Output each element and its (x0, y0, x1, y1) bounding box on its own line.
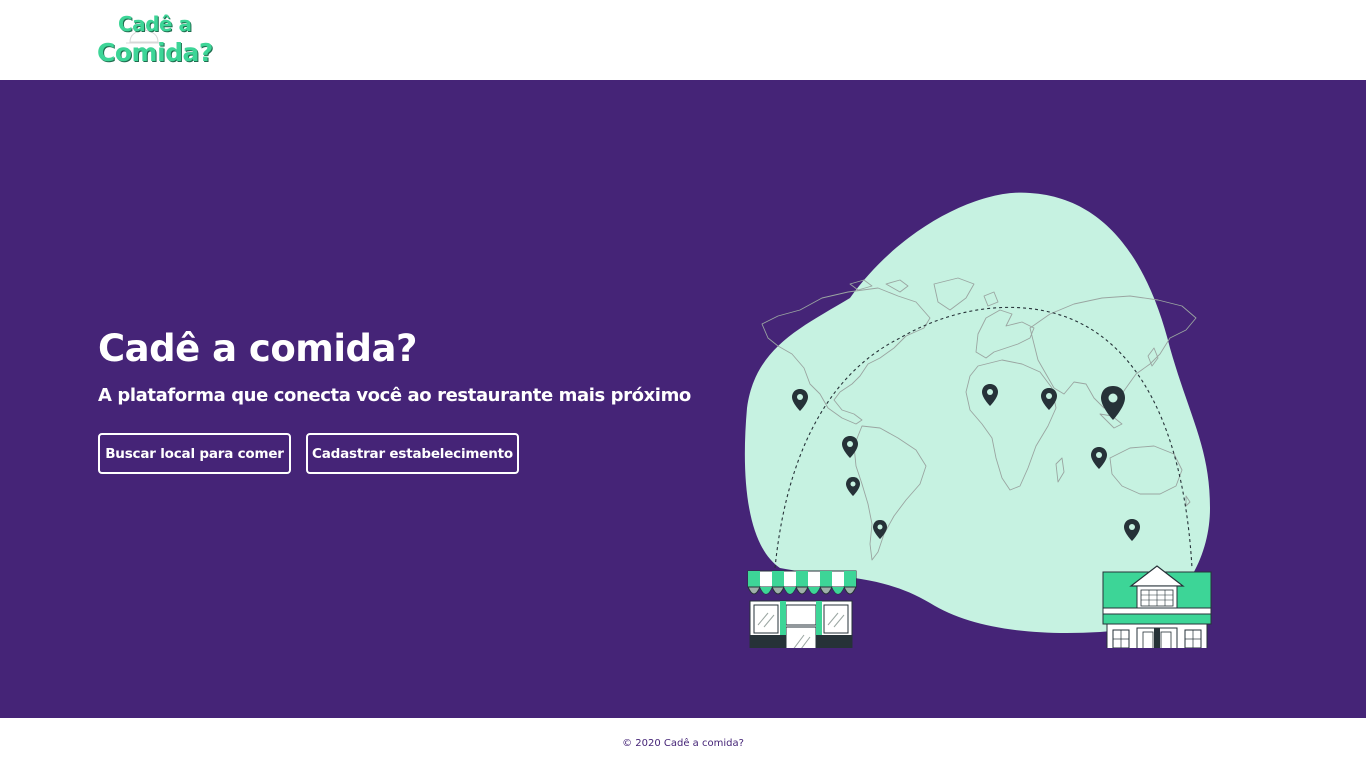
house-restaurant-icon (1102, 565, 1212, 648)
hero-subtitle: A plataforma que conecta você ao restaur… (98, 385, 691, 406)
register-establishment-button[interactable]: Cadastrar estabelecimento (306, 433, 519, 474)
top-navbar: Cadê a Comida? (0, 0, 1366, 80)
logo-text-line2: Comida? (97, 38, 213, 67)
world-map-illustration (744, 192, 1212, 648)
hero-title: Cadê a comida? (98, 327, 417, 370)
footer: © 2020 Cadê a comida? (0, 718, 1366, 768)
store-icon (747, 570, 857, 648)
blob-shape (744, 192, 1210, 633)
logo-link[interactable]: Cadê a Comida? (96, 10, 216, 72)
hero-section: Cadê a comida? A plataforma que conecta … (0, 80, 1366, 718)
logo-text-line1: Cadê a (118, 12, 192, 36)
search-restaurant-button[interactable]: Buscar local para comer (98, 433, 291, 474)
copyright-text: © 2020 Cadê a comida? (622, 738, 744, 749)
